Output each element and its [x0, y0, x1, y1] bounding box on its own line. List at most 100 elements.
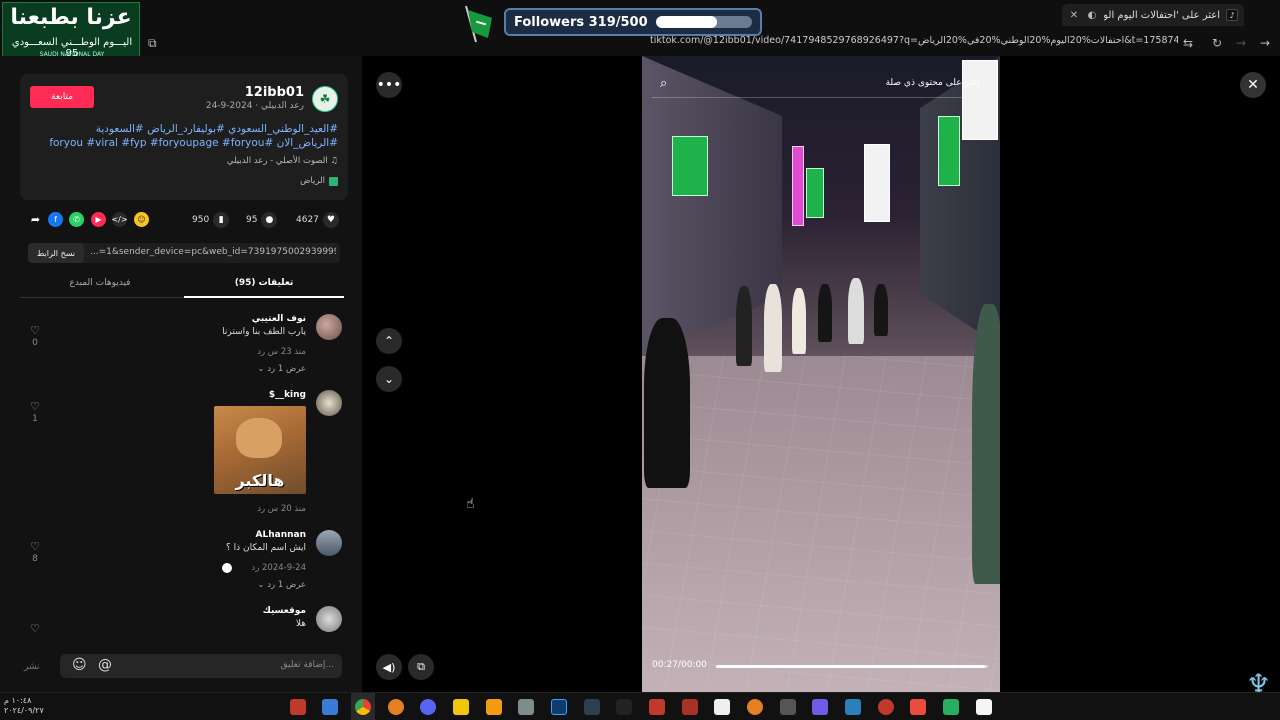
taskbar-app-icon[interactable] [322, 699, 338, 715]
post-caption[interactable]: #العيد_الوطني_السعودي #بوليفارد_الرياض #… [38, 122, 338, 150]
copy-link-button[interactable]: نسخ الرابط [28, 243, 84, 263]
taskbar-app-icon[interactable] [649, 699, 665, 715]
taskbar-app-icon[interactable] [878, 699, 894, 715]
comment-author[interactable]: $__king [269, 390, 306, 400]
comment-like-count: 0 [32, 338, 38, 348]
location-pin-icon [329, 176, 338, 186]
close-tab-icon[interactable]: ✕ [1068, 10, 1080, 21]
video-scene-person [644, 318, 690, 488]
post-comment-button[interactable]: نشر [24, 662, 40, 672]
comment-author[interactable]: نوف العتيبي [252, 314, 306, 324]
browser-tab[interactable]: ♪ اعثر على 'احتفالات اليوم الوط ◐ ✕ [1062, 4, 1244, 26]
comment-author[interactable]: ALhannan [256, 530, 306, 540]
comment-author[interactable]: موقعسيك [263, 606, 306, 616]
comments-value: 95 [246, 215, 258, 225]
os-taskbar: ١٠:٤٨ م ٢٠٢٤/٠٩/٢٧ [0, 692, 1280, 720]
more-options-icon[interactable]: ••• [376, 72, 402, 98]
taskbar-app-icon[interactable] [976, 699, 992, 715]
comment-heart-icon[interactable]: ♡ [28, 400, 42, 413]
post-sound[interactable]: ♫ الصوت الأصلي - رعد الدبيلي [227, 156, 338, 166]
music-note-icon: ♫ [327, 156, 338, 166]
taskbar-app-icon[interactable] [714, 699, 730, 715]
location-label: الرياض [300, 176, 325, 186]
video-scene-sign [792, 146, 804, 226]
blender-icon[interactable] [747, 699, 763, 715]
taskbar-app-icon[interactable] [845, 699, 861, 715]
comment-heart-icon[interactable]: ♡ [28, 622, 42, 635]
comment-input[interactable]: إضافة تعليق... ☺ @ [60, 654, 342, 678]
whatsapp-icon[interactable]: ✆ [69, 212, 84, 227]
video-timeline: 00:27/00:00 [652, 658, 992, 674]
video-search-bar[interactable]: ⌕ اعثر على محتوى ذي صلة [652, 72, 990, 98]
back-icon[interactable]: → [1260, 36, 1270, 50]
comment-avatar[interactable] [316, 314, 342, 340]
discord-icon[interactable] [420, 699, 436, 715]
emoji-icon[interactable]: ☺ [72, 657, 87, 673]
post-location[interactable]: الرياض [300, 176, 338, 186]
taskbar-app-icon[interactable] [682, 699, 698, 715]
taskbar-app-icon[interactable] [812, 699, 828, 715]
comment-meta[interactable]: منذ 20 س رد [257, 504, 306, 514]
comment-heart-icon[interactable]: ♡ [28, 324, 42, 337]
video-scene-person [792, 288, 806, 354]
comment-meta[interactable]: 2024-9-24 رد [251, 563, 306, 573]
comments-count[interactable]: 95 ● [246, 212, 278, 228]
forward-icon[interactable]: → [1236, 36, 1246, 50]
taskbar-app-icon[interactable] [910, 699, 926, 715]
taskbar-app-icon[interactable] [388, 699, 404, 715]
tab-comments[interactable]: تعليقات (95) [184, 278, 344, 298]
search-icon[interactable]: ⌕ [660, 76, 667, 91]
close-icon[interactable]: ✕ [1240, 72, 1266, 98]
video-scene-sign [806, 168, 824, 218]
comment-avatar[interactable] [316, 530, 342, 556]
creator-avatar[interactable]: ☘ [312, 86, 338, 112]
telegram-icon[interactable]: ▶ [91, 212, 106, 227]
mention-icon[interactable]: @ [98, 657, 112, 673]
taskbar-app-icon[interactable] [486, 699, 502, 715]
facebook-icon[interactable]: f [48, 212, 63, 227]
picture-in-picture-icon[interactable]: ⧉ [408, 654, 434, 680]
video-scene-person [848, 278, 864, 344]
view-replies-button[interactable]: عرض 1 رد ⌄ [257, 364, 306, 374]
emoji-share-icon[interactable]: ☺ [134, 212, 149, 227]
copy-link-box: نسخ الرابط ...=1&sender_device=pc&web_id… [28, 243, 340, 263]
taskbar-app-icon[interactable] [943, 699, 959, 715]
comment-heart-icon[interactable]: ♡ [28, 540, 42, 553]
creator-username[interactable]: 12ibb01 [245, 85, 304, 100]
reload-icon[interactable]: ↻ [1212, 36, 1222, 50]
taskbar-app-icon[interactable] [780, 699, 796, 715]
saves-count[interactable]: 950 ▮ [192, 212, 230, 228]
taskbar-app-icon[interactable] [616, 699, 632, 715]
likes-count[interactable]: 4627 ♥ [296, 212, 339, 228]
tab-title: اعثر على 'احتفالات اليوم الوط [1104, 9, 1220, 21]
chrome-icon[interactable] [355, 699, 371, 715]
volume-icon[interactable]: ◀) [376, 654, 402, 680]
comment-meta[interactable]: منذ 23 س رد [257, 347, 306, 357]
video-progress-track[interactable] [716, 665, 988, 668]
folder-icon[interactable] [453, 699, 469, 715]
embed-icon[interactable]: </> [111, 212, 128, 227]
url-field[interactable]: tiktok.com/@12ibb01/video/74179485297689… [650, 35, 1178, 51]
video-player[interactable]: ⌕ اعثر على محتوى ذي صلة 00:27/00:00 [642, 56, 1000, 692]
video-search-text: اعثر على محتوى ذي صلة [885, 78, 980, 88]
taskbar-app-icon[interactable] [290, 699, 306, 715]
follow-button[interactable]: متابعة [30, 86, 94, 108]
photoshop-icon[interactable] [551, 699, 567, 715]
share-link-text[interactable]: ...=1&sender_device=pc&web_id=7391975002… [90, 247, 336, 257]
site-settings-icon[interactable]: ⇆ [1183, 36, 1193, 50]
taskbar-app-icon[interactable] [518, 699, 534, 715]
next-video-icon[interactable]: ⌄ [376, 366, 402, 392]
previous-video-icon[interactable]: ⌃ [376, 328, 402, 354]
comment-avatar[interactable] [316, 390, 342, 416]
comment-sticker-image[interactable]: هالكبر [214, 406, 306, 494]
screenshot-icon[interactable]: ⧉ [148, 36, 157, 51]
view-replies-button[interactable]: عرض 1 رد ⌄ [257, 580, 306, 590]
share-arrow-icon[interactable]: ➦ [28, 212, 43, 227]
taskbar-app-icon[interactable] [584, 699, 600, 715]
taskbar-clock[interactable]: ١٠:٤٨ م ٢٠٢٤/٠٩/٢٧ [4, 696, 44, 716]
comment-avatar[interactable] [316, 606, 342, 632]
tiktok-icon: ♪ [1226, 9, 1238, 21]
tab-creator-videos[interactable]: فيديوهات المبدع [20, 278, 180, 298]
tab-audio-icon[interactable]: ◐ [1086, 10, 1098, 21]
view-replies-label: عرض 1 رد [267, 580, 306, 590]
